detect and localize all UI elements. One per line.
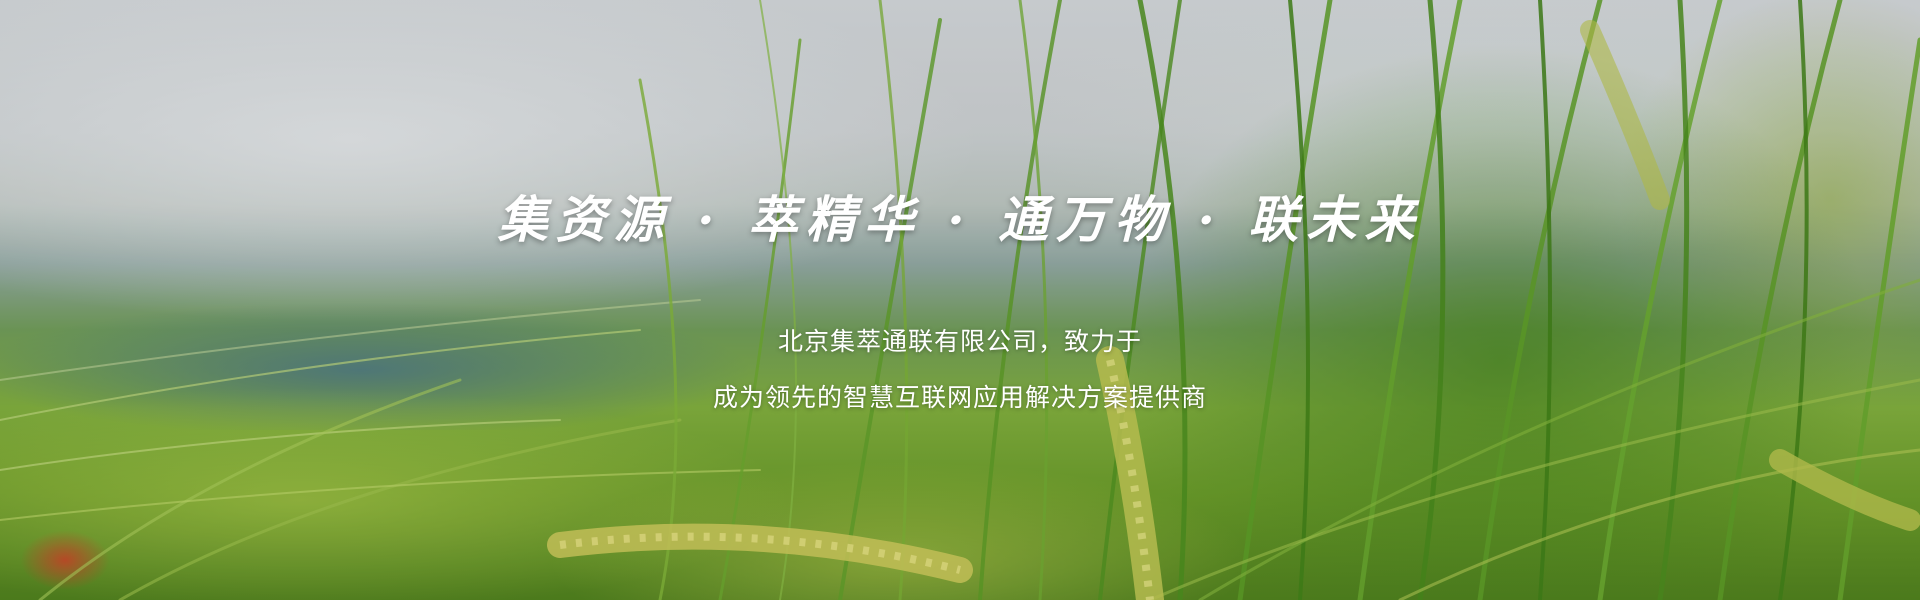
banner-subtitle-line2: 成为领先的智慧互联网应用解决方案提供商 (712, 383, 1207, 412)
hero-banner: 集资源 · 萃精华 · 通万物 · 联未来 北京集萃通联有限公司，致力于 成为领… (0, 0, 1920, 600)
banner-subtitle-line1: 北京集萃通联有限公司，致力于 (777, 327, 1142, 356)
image-overlay (0, 0, 1920, 600)
banner-headline: 集资源 · 萃精华 · 通万物 · 联未来 (497, 190, 1423, 249)
